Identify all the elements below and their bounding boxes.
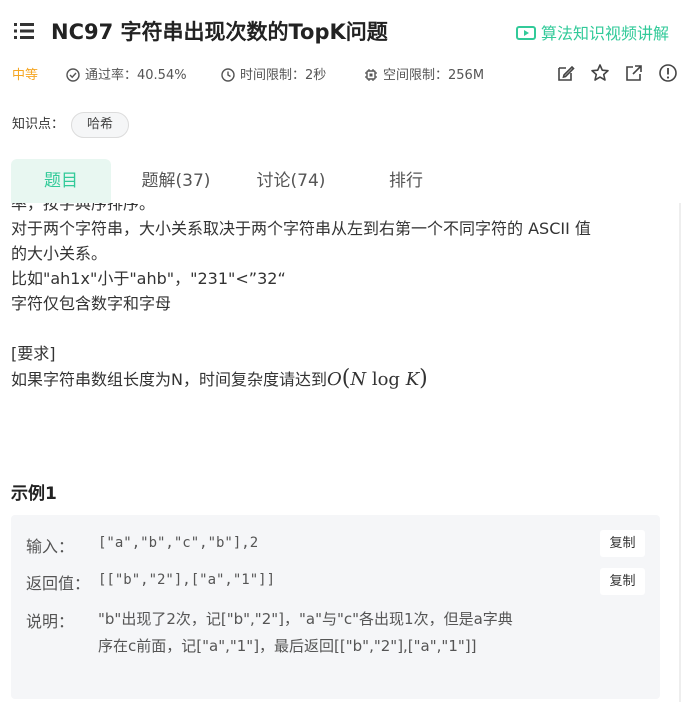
copy-input-button[interactable]: 复制	[600, 530, 645, 557]
output-value: [["b","2"],["a","1"]]	[98, 572, 276, 588]
explain-line: "b"出现了2次，记["b","2"]，"a"与"c"各出现1次，但是a字典	[98, 610, 513, 628]
output-label: 返回值：	[26, 574, 91, 593]
menu-icon[interactable]	[14, 22, 34, 40]
example-title: 示例1	[11, 484, 57, 504]
problem-content: 率，按字典序排序。 对于两个字符串，大小关系取决于两个字符串从左到右第一个不同字…	[0, 203, 681, 702]
space-limit: 空间限制：256M	[364, 64, 484, 83]
page-title: NC97 字符串出现次数的TopK问题	[51, 20, 388, 44]
requirement-text-body: 如果字符串数组长度为N，时间复杂度请达到	[11, 370, 327, 389]
requirement-title: [要求]	[11, 344, 56, 363]
time-limit-text: 时间限制：2秒	[240, 68, 327, 83]
math-log: log	[371, 369, 400, 390]
tab-bar: 题目 题解(37) 讨论(74) 排行	[11, 159, 681, 203]
copy-output-button[interactable]: 复制	[600, 568, 645, 595]
video-icon	[516, 26, 536, 40]
tab-discussion[interactable]: 讨论(74)	[241, 159, 341, 203]
math-k: K	[405, 369, 420, 390]
explain-label: 说明：	[26, 612, 75, 631]
edit-icon[interactable]	[556, 63, 576, 83]
problem-description: 率，按字典序排序。 对于两个字符串，大小关系取决于两个字符串从左到右第一个不同字…	[11, 203, 671, 392]
knowledge-tag[interactable]: 哈希	[71, 112, 130, 138]
description-line: 率，按字典序排序。	[11, 203, 156, 213]
description-line: 比如"ah1x"小于"ahb"，"231"<”32“	[11, 269, 286, 288]
difficulty-badge: 中等	[12, 68, 39, 83]
math-o: O	[326, 369, 342, 390]
math-n: N	[350, 369, 367, 390]
explain-line: 序在c前面，记["a","1"]，最后返回[["b","2"],["a","1"…	[98, 637, 477, 655]
description-line: 的大小关系。	[11, 244, 108, 263]
input-value: ["a","b","c","b"],2	[98, 535, 259, 551]
star-icon[interactable]	[590, 63, 610, 83]
requirement-text: 如果字符串数组长度为N，时间复杂度请达到O(N log K)	[11, 366, 671, 392]
problem-actions	[551, 63, 681, 85]
check-circle-icon	[66, 68, 80, 82]
pass-rate: 通过率：40.54%	[66, 64, 187, 83]
clock-icon	[221, 68, 235, 82]
chip-icon	[365, 69, 377, 81]
example-box: 输入： ["a","b","c","b"],2 复制 返回值： [["b","2…	[11, 515, 660, 699]
header: NC97 字符串出现次数的TopK问题 算法知识视频讲解	[0, 0, 681, 62]
description-line: 字符仅包含数字和字母	[11, 294, 172, 313]
external-link-icon[interactable]	[624, 63, 644, 83]
tab-problem[interactable]: 题目	[11, 159, 111, 203]
tab-solutions[interactable]: 题解(37)	[126, 159, 226, 203]
info-icon[interactable]	[658, 63, 678, 83]
input-label: 输入：	[26, 537, 75, 556]
pass-rate-text: 通过率：40.54%	[85, 68, 187, 83]
tab-ranking[interactable]: 排行	[356, 159, 456, 203]
video-explanation-link[interactable]: 算法知识视频讲解	[516, 20, 669, 44]
complexity-formula: O(N log K)	[326, 366, 428, 391]
explain-text: "b"出现了2次，记["b","2"]，"a"与"c"各出现1次，但是a字典 序…	[98, 606, 513, 660]
time-limit: 时间限制：2秒	[221, 64, 326, 83]
space-limit-text: 空间限制：256M	[383, 68, 485, 83]
knowledge-label: 知识点：	[12, 117, 65, 132]
description-line: 对于两个字符串，大小关系取决于两个字符串从左到右第一个不同字符的 ASCII 值	[11, 219, 591, 238]
video-link-label: 算法知识视频讲解	[541, 24, 670, 43]
